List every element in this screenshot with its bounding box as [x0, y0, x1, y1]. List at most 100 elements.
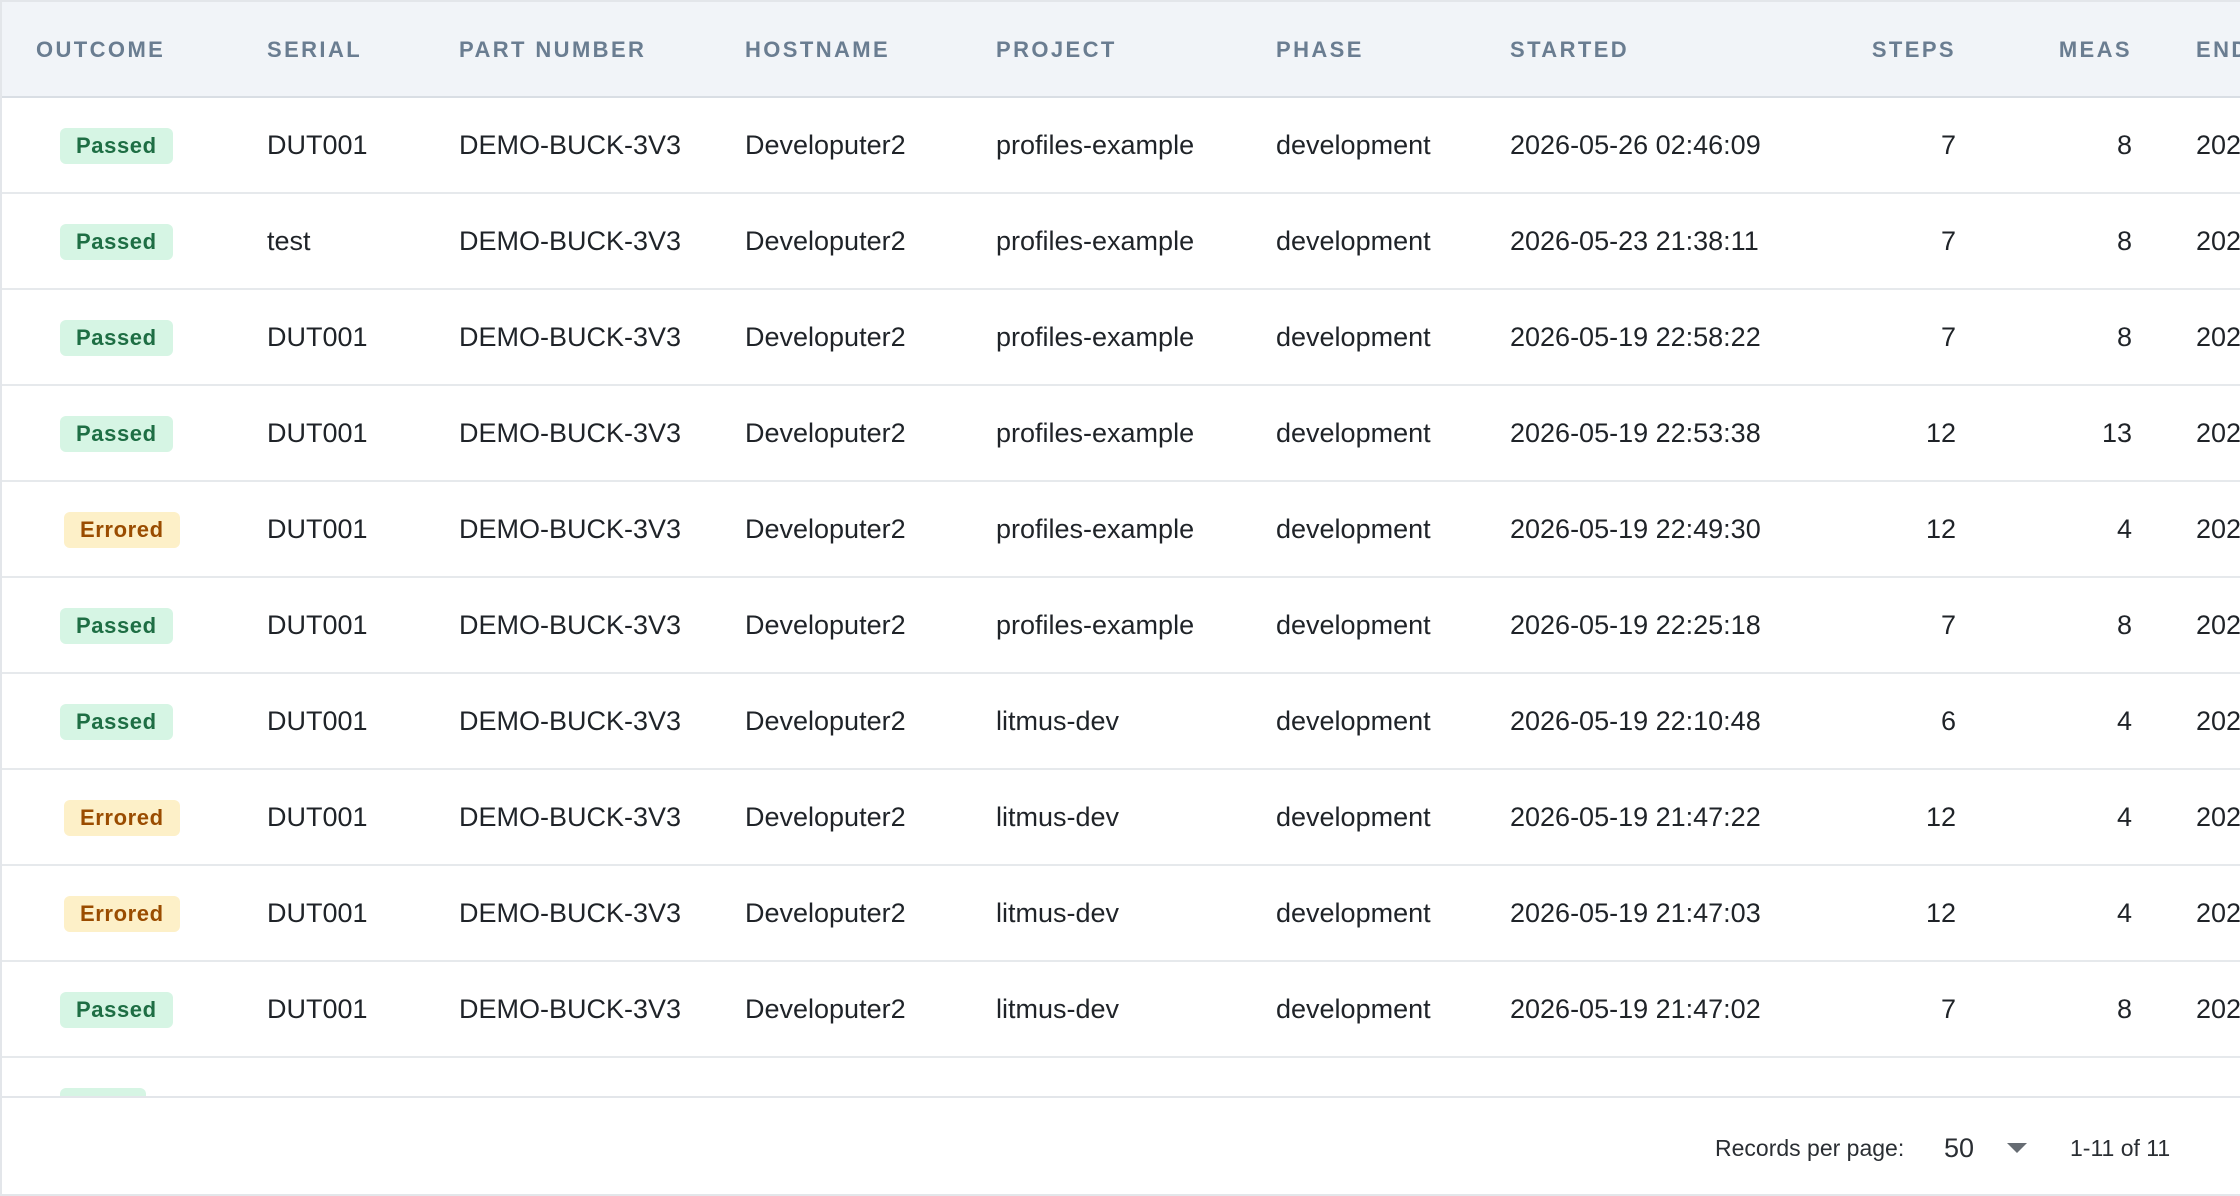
cell-steps: 12: [1925, 514, 1956, 544]
cell-project: profiles-example: [996, 514, 1195, 544]
table-row[interactable]: Passed DUT001 DEMO-BUCK-3V3 Developuter2 pro…: [2, 98, 2240, 194]
table-row[interactable]: Errored DUT001 DEMO-BUCK-3V3 Developuter2 li…: [2, 770, 2240, 866]
cell-started: 2026-05-19 22:25:18: [1510, 610, 1761, 640]
test-runs-table-card: OUTCOME SERIAL PART NUMBER HOSTNAME PROJ…: [0, 0, 2240, 1196]
cell-phase: development: [1276, 130, 1431, 160]
cell-serial: DUT001: [267, 898, 368, 928]
column-header-outcome[interactable]: OUTCOME: [36, 2, 165, 98]
table-row[interactable]: Passed test DEMO-BUCK-3V3 Developuter2 profi…: [2, 194, 2240, 290]
column-header-hostname[interactable]: HOSTNAME: [745, 2, 890, 98]
cell-started: 2026-05-19 22:53:38: [1510, 418, 1761, 448]
cell-serial: DUT001: [267, 130, 368, 160]
records-per-page-value: 50: [1944, 1133, 1975, 1163]
cell-meas: 8: [2116, 130, 2132, 160]
cell-hostname: Developuter2: [745, 418, 906, 448]
cell-part-number: DEMO-BUCK-3V3: [459, 226, 682, 256]
column-header-project[interactable]: PROJECT: [996, 2, 1117, 98]
chevron-down-icon: [2007, 1143, 2027, 1153]
cell-hostname: Developuter2: [745, 514, 906, 544]
table-row[interactable]: Errored DUT001 DEMO-BUCK-3V3 Developuter2 pr…: [2, 482, 2240, 578]
cell-part-number: DEMO-BUCK-3V3: [459, 418, 682, 448]
column-header-phase[interactable]: PHASE: [1276, 2, 1364, 98]
outcome-badge: Passed: [60, 704, 173, 740]
cell-serial: DUT001: [267, 706, 368, 736]
cell-phase: development: [1276, 226, 1431, 256]
cell-serial: DUT001: [267, 418, 368, 448]
cell-part-number: DEMO-BUCK-3V3: [459, 130, 682, 160]
cell-meas: 4: [2116, 514, 2132, 544]
outcome-badge: Errored: [64, 800, 180, 836]
cell-project: litmus-dev: [996, 802, 1120, 832]
cell-hostname: Developuter2: [745, 706, 906, 736]
cell-phase: development: [1276, 418, 1431, 448]
table-header: OUTCOME SERIAL PART NUMBER HOSTNAME PROJ…: [2, 2, 2240, 98]
cell-phase: development: [1276, 514, 1431, 544]
cell-meas: 4: [2116, 706, 2132, 736]
column-header-serial[interactable]: SERIAL: [267, 2, 362, 98]
outcome-badge: Errored: [64, 896, 180, 932]
outcome-badge: Passed: [60, 224, 173, 260]
cell-phase: development: [1276, 898, 1431, 928]
cell-hostname: Developuter2: [745, 994, 906, 1024]
cell-project: litmus-dev: [996, 706, 1120, 736]
outcome-badge: Passed: [60, 320, 173, 356]
cell-started: 2026-05-19 22:10:48: [1510, 706, 1761, 736]
cell-project: profiles-example: [996, 322, 1195, 352]
cell-part-number: DEMO-BUCK-3V3: [459, 706, 682, 736]
cell-meas: 4: [2116, 802, 2132, 832]
cell-meas: 4: [2116, 898, 2132, 928]
cell-meas: 8: [2116, 226, 2132, 256]
column-header-part-number[interactable]: PART NUMBER: [459, 2, 646, 98]
cell-phase: development: [1276, 706, 1431, 736]
table-row[interactable]: Passed DUT001 DEMO-BUCK-3V3 Developuter2 pro…: [2, 578, 2240, 674]
column-header-steps[interactable]: STEPS: [1792, 2, 1956, 98]
cell-hostname: Developuter2: [745, 802, 906, 832]
cell-ended: 202: [2196, 898, 2240, 928]
cell-meas: 8: [2116, 610, 2132, 640]
cell-meas: 13: [2101, 418, 2132, 448]
cell-started: 2026-05-19 21:47:03: [1510, 898, 1761, 928]
cell-ended: 202: [2196, 994, 2240, 1024]
cell-ended: 202: [2196, 610, 2240, 640]
cell-meas: 8: [2116, 994, 2132, 1024]
records-per-page-select[interactable]: 50: [1932, 1122, 2032, 1174]
cell-steps: 12: [1925, 898, 1956, 928]
cell-serial: DUT001: [267, 514, 368, 544]
cell-started: 2026-05-19 22:58:22: [1510, 322, 1761, 352]
cell-part-number: DEMO-BUCK-3V3: [459, 322, 682, 352]
table-row[interactable]: Passed DUT001 DEMO-BUCK-3V3 Developuter2 lit…: [2, 674, 2240, 770]
cell-project: profiles-example: [996, 418, 1195, 448]
cell-serial: test: [267, 226, 311, 256]
table-row[interactable]: Passed DUT001 DEMO-BUCK-3V3 Developuter2 pro…: [2, 386, 2240, 482]
cell-phase: development: [1276, 322, 1431, 352]
cell-project: profiles-example: [996, 130, 1195, 160]
cell-ended: 202: [2196, 130, 2240, 160]
cell-steps: 12: [1925, 418, 1956, 448]
table-row[interactable]: Errored DUT001 DEMO-BUCK-3V3 Developuter2 li…: [2, 866, 2240, 962]
cell-hostname: Developuter2: [745, 898, 906, 928]
cell-started: 2026-05-19 22:49:30: [1510, 514, 1761, 544]
outcome-badge: Passed: [60, 608, 173, 644]
pagination-range: 1-11 of 11: [2070, 1135, 2171, 1161]
cell-steps: 12: [1925, 802, 1956, 832]
cell-meas: 8: [2116, 322, 2132, 352]
cell-part-number: DEMO-BUCK-3V3: [459, 898, 682, 928]
cell-steps: 7: [1940, 226, 1956, 256]
cell-started: 2026-05-23 21:38:11: [1510, 226, 1759, 256]
column-header-meas[interactable]: MEAS: [1972, 2, 2132, 98]
cell-part-number: DEMO-BUCK-3V3: [459, 994, 682, 1024]
cell-project: litmus-dev: [996, 898, 1120, 928]
cell-part-number: DEMO-BUCK-3V3: [459, 802, 682, 832]
cell-ended: 202: [2196, 322, 2240, 352]
column-header-started[interactable]: STARTED: [1510, 2, 1629, 98]
table-row[interactable]: Passed DUT001 DEMO-BUCK-3V3 Developuter2 pro…: [2, 290, 2240, 386]
outcome-badge: Errored: [64, 512, 180, 548]
column-header-ended[interactable]: END: [2196, 2, 2240, 98]
table-row[interactable]: Passed DUT001 DEMO-BUCK-3V3 Developuter2 lit…: [2, 962, 2240, 1058]
cell-steps: 7: [1940, 994, 1956, 1024]
cell-hostname: Developuter2: [745, 130, 906, 160]
cell-part-number: DEMO-BUCK-3V3: [459, 514, 682, 544]
outcome-badge: Passed: [60, 992, 173, 1028]
table-row-partial[interactable]: [2, 1058, 2240, 1096]
cell-ended: 202: [2196, 514, 2240, 544]
